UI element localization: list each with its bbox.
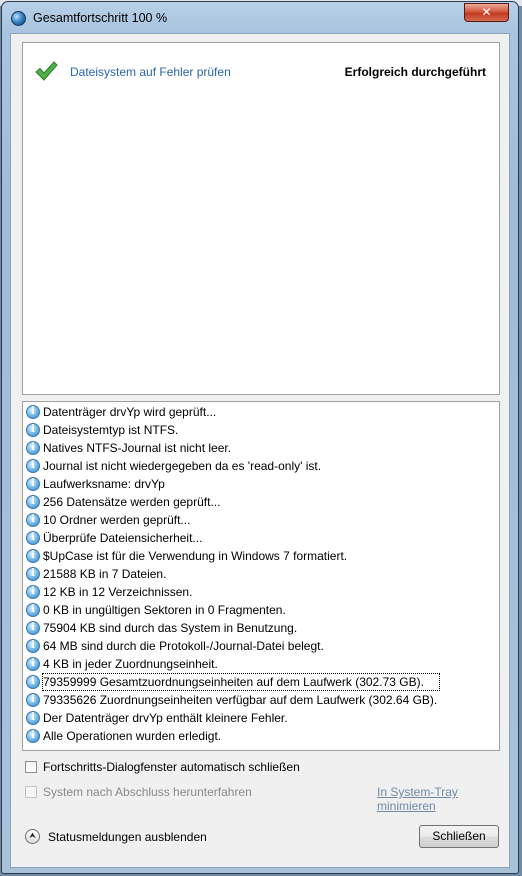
- log-item[interactable]: i Dateisystemtyp ist NTFS.: [25, 421, 497, 439]
- log-item[interactable]: i 12 KB in 12 Verzeichnissen.: [25, 583, 497, 601]
- log-item[interactable]: i 256 Datensätze werden geprüft...: [25, 493, 497, 511]
- info-icon: i: [26, 567, 40, 581]
- window-title: Gesamtfortschritt 100 %: [33, 11, 168, 25]
- task-status: Erfolgreich durchgeführt: [344, 65, 486, 79]
- log-item-text: Journal ist nicht wiedergegeben da es 'r…: [43, 459, 322, 473]
- log-item[interactable]: i Alle Operationen wurden erledigt.: [25, 727, 497, 745]
- collapse-chevron-icon[interactable]: ⮝: [25, 829, 40, 844]
- info-icon: i: [26, 513, 40, 527]
- auto-close-label[interactable]: Fortschritts-Dialogfenster automatisch s…: [43, 760, 300, 774]
- log-item[interactable]: i $UpCase ist für die Verwendung in Windo…: [25, 547, 497, 565]
- info-icon: i: [26, 603, 40, 617]
- log-item[interactable]: i4 KB in jeder Zuordnungseinheit.: [25, 655, 497, 673]
- info-icon: i: [26, 549, 40, 563]
- task-name: Dateisystem auf Fehler prüfen: [70, 65, 231, 79]
- log-item-text: 21588 KB in 7 Dateien.: [43, 567, 167, 581]
- info-icon: i: [26, 477, 40, 491]
- log-item-text: Der Datenträger drvYp enthält kleinere F…: [43, 711, 288, 725]
- log-item-text: 64 MB sind durch die Protokoll-/Journal-…: [43, 639, 324, 653]
- minimize-to-tray-link[interactable]: In System-Tray minimieren: [377, 785, 509, 813]
- log-item[interactable]: i Laufwerksname: drvYp: [25, 475, 497, 493]
- log-item[interactable]: i 21588 KB in 7 Dateien.: [25, 565, 497, 583]
- log-item-text: 12 KB in 12 Verzeichnissen.: [43, 585, 193, 599]
- log-item[interactable]: i 79359999 Gesamtzuordnungseinheiten auf …: [25, 673, 497, 691]
- app-globe-icon: [11, 11, 26, 26]
- shutdown-checkbox[interactable]: [25, 786, 37, 798]
- info-icon: i: [26, 657, 40, 671]
- log-item[interactable]: i 79335626 Zuordnungseinheiten verfügbar …: [25, 691, 497, 709]
- checkmark-icon: [35, 61, 58, 81]
- title-bar[interactable]: Gesamtfortschritt 100 % ✕: [2, 2, 518, 32]
- log-item-text: 0 KB in ungültigen Sektoren in 0 Fragmen…: [43, 603, 286, 617]
- dialog-content: Dateisystem auf Fehler prüfen Erfolgreic…: [10, 33, 510, 868]
- info-icon: i: [26, 441, 40, 455]
- log-item-text: Dateisystemtyp ist NTFS.: [43, 423, 179, 437]
- toggle-status-messages[interactable]: Statusmeldungen ausblenden: [48, 830, 207, 844]
- info-icon: i: [26, 585, 40, 599]
- log-item[interactable]: i Datenträger drvYp wird geprüft...: [25, 403, 497, 421]
- task-panel: Dateisystem auf Fehler prüfen Erfolgreic…: [22, 42, 500, 395]
- info-icon: i: [26, 423, 40, 437]
- log-item[interactable]: i 10 Ordner werden geprüft...: [25, 511, 497, 529]
- info-icon: i: [26, 639, 40, 653]
- log-item-text: 10 Ordner werden geprüft...: [43, 513, 191, 527]
- info-icon: i: [26, 495, 40, 509]
- log-item-text: 256 Datensätze werden geprüft...: [43, 495, 221, 509]
- log-item-text: Laufwerksname: drvYp: [43, 477, 165, 491]
- auto-close-checkbox[interactable]: [25, 761, 37, 773]
- log-item-text: 79359999 Gesamtzuordnungseinheiten auf d…: [42, 673, 440, 691]
- window-close-button[interactable]: ✕: [464, 3, 509, 22]
- info-icon: i: [26, 405, 40, 419]
- log-item[interactable]: i0 KB in ungültigen Sektoren in 0 Fragme…: [25, 601, 497, 619]
- progress-window: Gesamtfortschritt 100 % ✕ Dateisystem au…: [1, 1, 519, 874]
- info-icon: i: [26, 531, 40, 545]
- info-icon: i: [26, 711, 40, 725]
- log-item-text: Natives NTFS-Journal ist nicht leer.: [43, 441, 232, 455]
- close-button[interactable]: Schließen: [419, 825, 499, 848]
- log-item[interactable]: i 75904 KB sind durch das System in Benut…: [25, 619, 497, 637]
- info-icon: i: [26, 621, 40, 635]
- log-item-text: Überprüfe Dateiensicherheit...: [43, 531, 203, 545]
- log-item-text: Datenträger drvYp wird geprüft...: [43, 405, 217, 419]
- status-log-list: i Datenträger drvYp wird geprüft... i Datei…: [25, 403, 497, 745]
- info-icon: i: [26, 693, 40, 707]
- log-item[interactable]: i Überprüfe Dateiensicherheit...: [25, 529, 497, 547]
- log-item-text: Alle Operationen wurden erledigt.: [43, 729, 222, 743]
- log-item[interactable]: i Journal ist nicht wiedergegeben da es '…: [25, 457, 497, 475]
- info-icon: i: [26, 729, 40, 743]
- log-item[interactable]: i 64 MB sind durch die Protokoll-/Journal…: [25, 637, 497, 655]
- log-item[interactable]: i Der Datenträger drvYp enthält kleinere …: [25, 709, 497, 727]
- shutdown-label[interactable]: System nach Abschluss herunterfahren: [43, 785, 252, 799]
- log-item-text: $UpCase ist für die Verwendung in Window…: [43, 549, 348, 563]
- status-log[interactable]: i Datenträger drvYp wird geprüft... i Datei…: [22, 401, 500, 751]
- log-item-text: 4 KB in jeder Zuordnungseinheit.: [43, 657, 218, 671]
- log-item-text: 79335626 Zuordnungseinheiten verfügbar a…: [43, 693, 438, 707]
- log-item[interactable]: i Natives NTFS-Journal ist nicht leer.: [25, 439, 497, 457]
- info-icon: i: [26, 459, 40, 473]
- info-icon: i: [26, 675, 40, 689]
- log-item-text: 75904 KB sind durch das System in Benutz…: [43, 621, 298, 635]
